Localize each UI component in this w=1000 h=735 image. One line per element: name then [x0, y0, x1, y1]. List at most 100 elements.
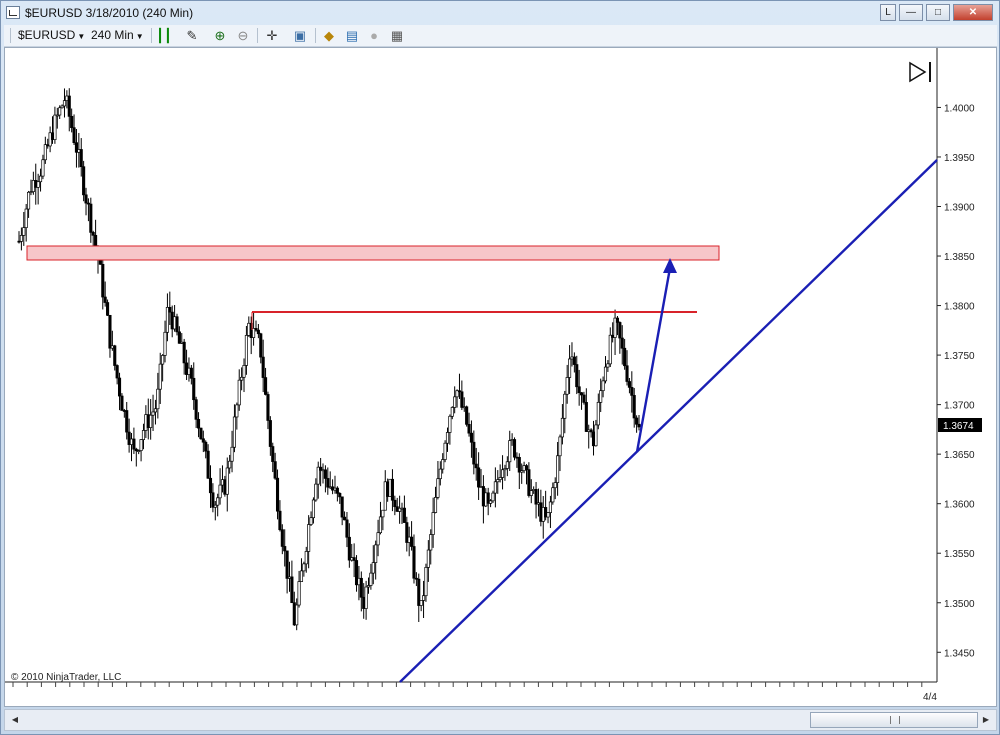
candle-body — [55, 114, 59, 117]
candle-body — [144, 414, 148, 431]
candle-body — [141, 430, 146, 440]
candle-body — [34, 180, 38, 188]
candle-body — [620, 337, 624, 349]
candle-body — [223, 479, 227, 495]
candle-body — [122, 410, 126, 412]
candle-body — [280, 529, 284, 547]
chart-canvas[interactable]: 1.4000 1.3950 1.3900 1.3850 1.3800 1.3750 1.37… — [5, 48, 996, 706]
candle-body — [175, 316, 179, 333]
candle-body — [424, 567, 428, 597]
candle-body — [146, 414, 150, 428]
candle-body — [230, 446, 234, 462]
strategies-icon[interactable]: ◆ — [321, 28, 337, 43]
jump-to-end-icon[interactable] — [909, 61, 931, 83]
title-bar[interactable]: $EURUSD 3/18/2010 (240 Min) L — □ ✕ — [1, 1, 999, 25]
candle-body — [208, 477, 213, 494]
candle-body — [364, 586, 368, 609]
candle-body — [505, 461, 509, 469]
candle-body — [48, 132, 52, 147]
candle-body — [565, 377, 569, 395]
candle-body — [570, 356, 574, 360]
candle-body — [563, 393, 567, 419]
candle-body — [462, 406, 466, 409]
zoom-out-icon[interactable]: ⊖ — [235, 28, 251, 43]
candle-body — [469, 432, 473, 443]
disabled-circle-icon[interactable]: ● — [366, 28, 382, 43]
candle-body — [275, 477, 280, 512]
candle-body — [579, 392, 584, 396]
chart-app-icon — [6, 6, 20, 19]
candle-body — [271, 446, 275, 462]
candle-body — [369, 572, 373, 586]
bar-chart-type-icon[interactable]: ┃┃ — [156, 28, 172, 43]
candle-body — [328, 486, 332, 489]
close-button[interactable]: ✕ — [953, 4, 993, 21]
candle-body — [453, 396, 457, 408]
scroll-right-icon[interactable]: ▶ — [979, 713, 993, 727]
support-trendline[interactable] — [399, 159, 938, 683]
zoom-in-icon[interactable]: ⊕ — [212, 28, 228, 43]
candle-body — [292, 602, 296, 626]
window-controls: L — □ ✕ — [880, 4, 993, 21]
candle-body — [630, 387, 634, 396]
candle-body — [352, 557, 356, 561]
candle-body — [218, 484, 222, 499]
candle-body — [501, 469, 505, 478]
price-axis-label: 1.3750 — [944, 351, 975, 362]
price-axis-label: 1.3550 — [944, 549, 975, 560]
data-box-icon[interactable]: ▦ — [389, 28, 405, 43]
candle-body — [457, 390, 462, 393]
candle-body — [259, 333, 263, 358]
candle-body — [182, 341, 186, 364]
link-button[interactable]: L — [880, 4, 896, 21]
candle-body — [357, 577, 361, 586]
candle-body — [366, 585, 371, 588]
candle-body — [429, 534, 433, 551]
candle-body — [422, 595, 426, 601]
candle-body — [445, 432, 450, 444]
properties-icon[interactable]: ▣ — [292, 28, 308, 43]
toolbar-grip — [10, 28, 11, 43]
candle-body — [477, 467, 481, 488]
candle-body — [323, 469, 327, 479]
candle-body — [29, 191, 33, 193]
candle-body — [398, 507, 402, 512]
candle-body — [587, 429, 591, 432]
scroll-left-icon[interactable]: ◀ — [8, 713, 22, 727]
candle-body — [58, 107, 62, 116]
candle-body — [479, 486, 483, 488]
crosshair-icon[interactable]: ✛ — [264, 28, 280, 43]
resistance-zone[interactable] — [26, 245, 720, 261]
candle-body — [268, 420, 272, 447]
toolbar-separator — [315, 28, 316, 43]
candle-body — [431, 512, 435, 535]
candle-body — [508, 440, 512, 463]
candle-body — [156, 388, 160, 410]
candle-body — [149, 414, 153, 428]
candle-body — [79, 149, 83, 168]
candle-body — [414, 577, 418, 580]
candle-body — [225, 467, 229, 495]
candle-body — [558, 436, 562, 457]
candle-body — [283, 546, 287, 552]
scrollbar-thumb[interactable] — [810, 712, 978, 728]
candle-body — [436, 478, 440, 498]
price-chart[interactable]: 1.4000 1.3950 1.3900 1.3850 1.3800 1.3750 1.37… — [4, 47, 997, 707]
instrument-label: $EURUSD — [18, 28, 76, 42]
instrument-selector[interactable]: $EURUSD ▼ — [18, 25, 85, 46]
draw-pencil-icon[interactable]: ✎ — [184, 28, 200, 43]
minimize-button[interactable]: — — [899, 4, 923, 21]
candle-body — [161, 355, 165, 365]
candle-body — [635, 417, 639, 425]
candle-body — [350, 557, 354, 561]
horizontal-scrollbar[interactable]: ◀ ▶ — [4, 709, 997, 731]
candle-body — [60, 105, 64, 109]
candle-body — [84, 194, 88, 204]
indicators-icon[interactable]: ▤ — [344, 28, 360, 43]
candle-body — [17, 240, 21, 243]
maximize-button[interactable]: □ — [926, 4, 950, 21]
candle-body — [247, 322, 251, 336]
candle-body — [139, 439, 143, 451]
interval-selector[interactable]: 240 Min ▼ — [91, 25, 144, 46]
candle-body — [211, 492, 215, 508]
